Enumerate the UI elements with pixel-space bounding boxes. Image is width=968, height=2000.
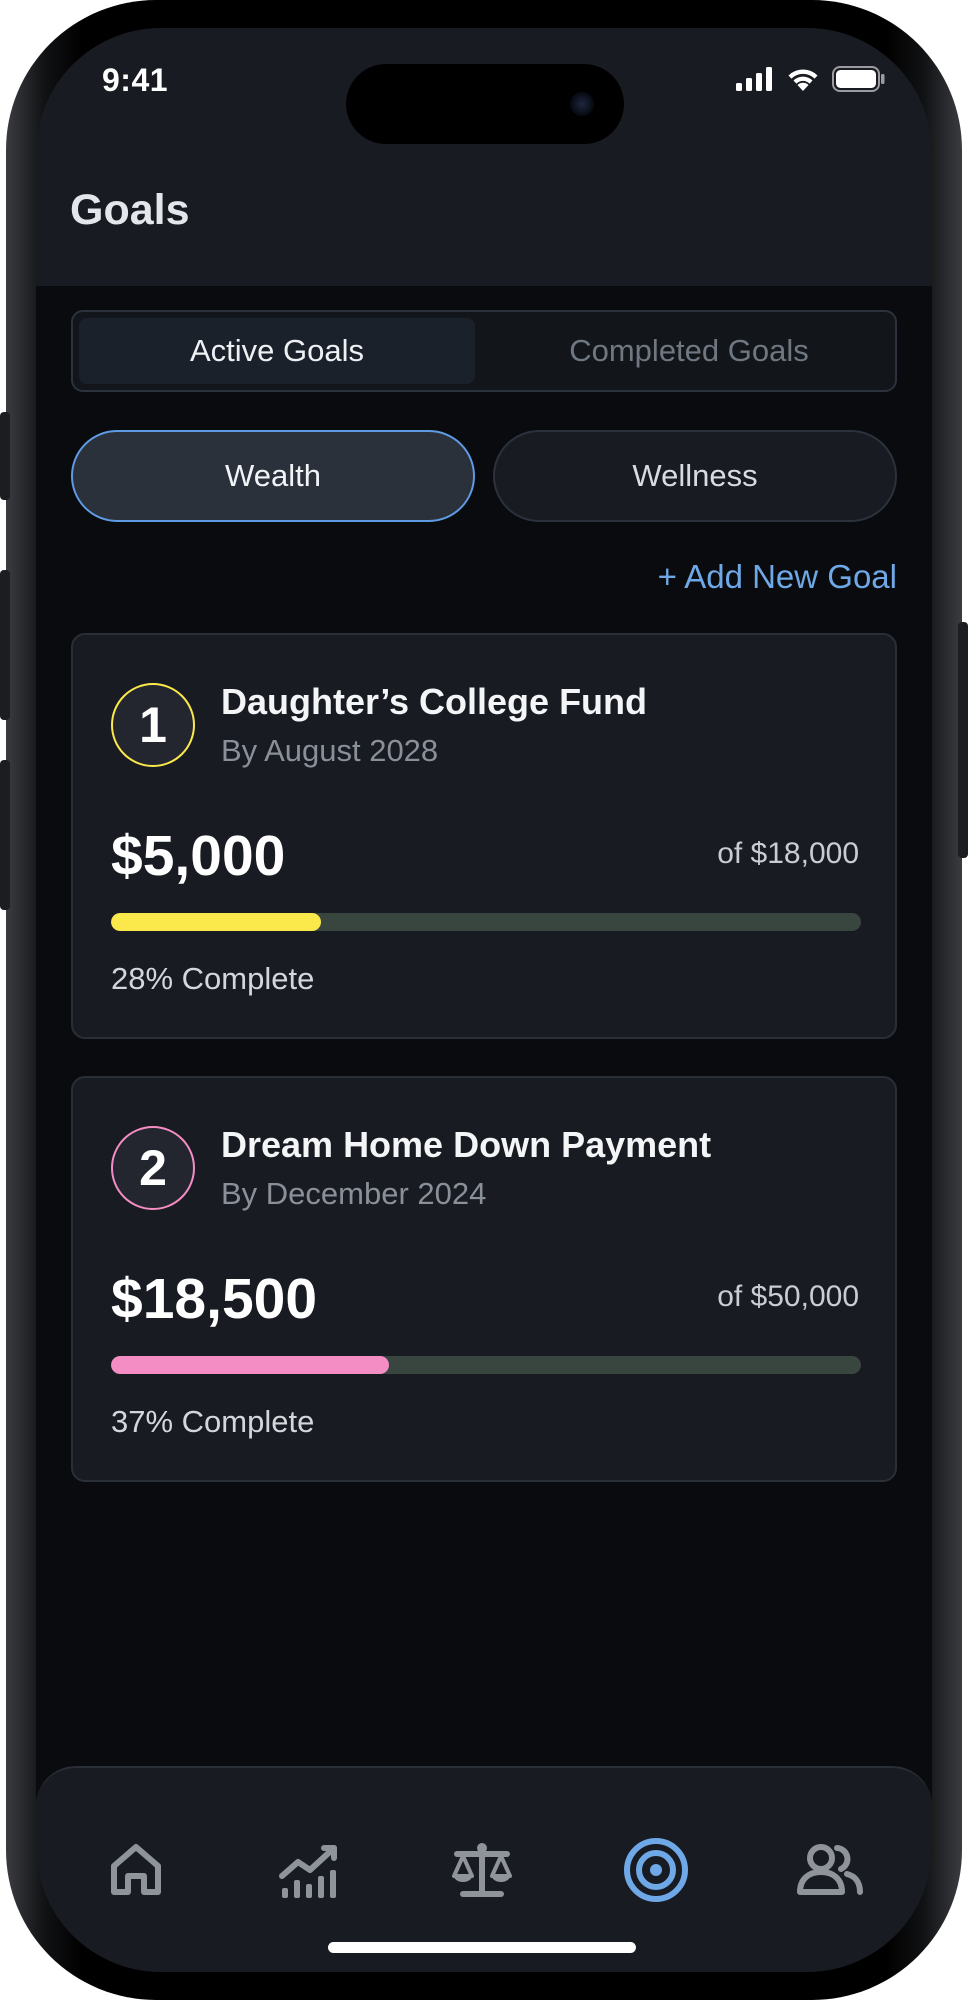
power-button xyxy=(958,622,968,858)
goal-saved-amount: $18,500 xyxy=(111,1267,318,1331)
goal-number-badge: 2 xyxy=(111,1126,195,1210)
category-wellness-button[interactable]: Wellness xyxy=(493,430,897,522)
camera-icon xyxy=(570,92,594,116)
goal-card[interactable]: 2 Dream Home Down Payment By December 20… xyxy=(71,1076,897,1482)
scale-icon xyxy=(452,1843,512,1897)
target-icon xyxy=(624,1838,688,1902)
action-button xyxy=(0,412,10,500)
category-wealth-button[interactable]: Wealth xyxy=(71,430,475,522)
tab-analytics[interactable] xyxy=(269,1830,349,1910)
goal-target-amount: of $50,000 xyxy=(717,1280,859,1313)
chart-icon xyxy=(279,1845,337,1898)
goal-number-badge: 1 xyxy=(111,683,195,767)
goal-target-amount: of $18,000 xyxy=(717,837,859,870)
status-time: 9:41 xyxy=(102,62,169,98)
tab-balance[interactable] xyxy=(442,1830,522,1910)
status-icons xyxy=(736,66,886,92)
goal-deadline: By August 2028 xyxy=(221,733,439,768)
home-icon xyxy=(111,1844,161,1895)
cellular-signal-icon xyxy=(736,67,772,91)
goal-title: Daughter’s College Fund xyxy=(221,681,648,722)
goal-progress-fill xyxy=(111,913,321,931)
tab-completed-goals[interactable]: Completed Goals xyxy=(491,318,887,384)
dynamic-island xyxy=(346,64,624,144)
goal-card[interactable]: 1 Daughter’s College Fund By August 2028… xyxy=(71,633,897,1039)
goal-title: Dream Home Down Payment xyxy=(221,1124,712,1165)
goal-progress-bar xyxy=(111,913,861,931)
tab-active-goals[interactable]: Active Goals xyxy=(79,318,475,384)
page-title: Goals xyxy=(70,186,190,234)
home-indicator xyxy=(328,1942,636,1953)
goal-progress-label: 28% Complete xyxy=(111,961,315,996)
tab-people[interactable] xyxy=(790,1830,870,1910)
goal-saved-amount: $5,000 xyxy=(111,824,286,888)
goal-deadline: By December 2024 xyxy=(221,1176,487,1211)
goal-status-segmented-control: Active Goals Completed Goals xyxy=(71,310,897,392)
volume-up-button xyxy=(0,570,10,720)
tab-goals[interactable] xyxy=(616,1830,696,1910)
goal-progress-label: 37% Complete xyxy=(111,1404,315,1439)
wifi-icon xyxy=(788,69,818,91)
goal-progress-fill xyxy=(111,1356,389,1374)
battery-icon xyxy=(832,66,885,92)
people-icon xyxy=(797,1844,863,1895)
header: 9:41 Goals xyxy=(36,28,932,286)
goal-progress-bar xyxy=(111,1356,861,1374)
tab-home[interactable] xyxy=(96,1830,176,1910)
add-new-goal-link[interactable]: + Add New Goal xyxy=(658,558,897,596)
screen: 9:41 Goals Active Goals Completed Goals … xyxy=(36,28,932,1972)
volume-down-button xyxy=(0,760,10,910)
